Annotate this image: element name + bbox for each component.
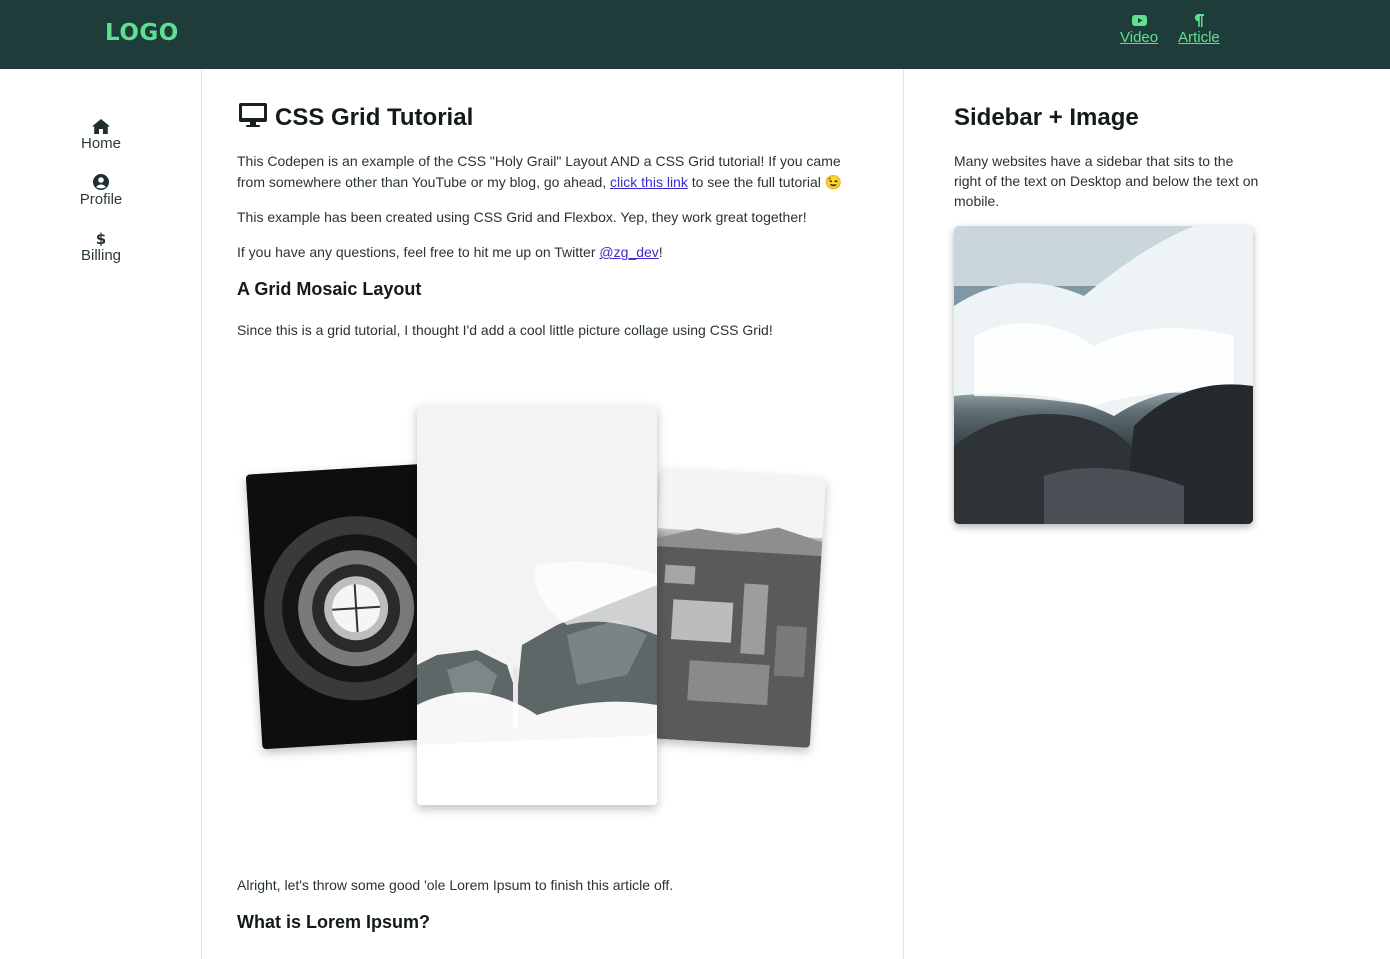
home-icon bbox=[92, 118, 110, 134]
user-circle-icon bbox=[93, 174, 109, 190]
intro-text-end: to see the full tutorial 😉 bbox=[687, 174, 843, 190]
mosaic-paragraph: Since this is a grid tutorial, I thought… bbox=[237, 322, 773, 338]
flexbox-paragraph: This example has been created using CSS … bbox=[237, 209, 807, 225]
page-title-row: CSS Grid Tutorial bbox=[239, 103, 473, 132]
spiral-staircase-photo bbox=[245, 463, 443, 750]
lorem-heading: What is Lorem Ipsum? bbox=[237, 912, 431, 932]
sidebar-title: Sidebar + Image bbox=[954, 104, 1139, 131]
sidebar-item-home[interactable]: Home bbox=[0, 118, 202, 152]
logo[interactable]: LOGO bbox=[105, 20, 179, 46]
sidebar-text: Many websites have a sidebar that sits t… bbox=[954, 153, 1259, 209]
ocean-wave-rocks-photo bbox=[954, 226, 1253, 524]
waterfall-fog-photo bbox=[417, 405, 657, 805]
paragraph-icon bbox=[1193, 13, 1205, 27]
sidebar-item-label: Profile bbox=[79, 191, 123, 208]
nav-article-label: Article bbox=[1178, 29, 1220, 46]
left-sidebar: Home Profile $ Billing bbox=[0, 69, 202, 959]
city-aerial-photo bbox=[644, 468, 827, 748]
sidebar-item-label: Billing bbox=[80, 247, 122, 264]
mosaic-heading: A Grid Mosaic Layout bbox=[237, 279, 422, 299]
dollar-icon: $ bbox=[96, 230, 106, 246]
sidebar-item-label: Home bbox=[80, 135, 121, 152]
intro-paragraph: This Codepen is an example of the CSS "H… bbox=[237, 151, 857, 193]
twitter-text-end: ! bbox=[658, 244, 663, 260]
nav-video-link[interactable]: Video bbox=[1120, 13, 1158, 46]
nav-video-label: Video bbox=[1120, 29, 1159, 46]
sidebar-item-profile[interactable]: Profile bbox=[0, 174, 202, 208]
lorem-intro-paragraph: Alright, let's throw some good 'ole Lore… bbox=[237, 877, 674, 893]
twitter-link[interactable]: @zg_dev bbox=[599, 244, 658, 260]
nav-article-link[interactable]: Article bbox=[1178, 13, 1220, 46]
tutorial-link[interactable]: click this link bbox=[610, 174, 688, 190]
top-nav: Video Article bbox=[1120, 13, 1220, 46]
page-title: CSS Grid Tutorial bbox=[275, 103, 474, 131]
right-sidebar: Sidebar + Image Many websites have a sid… bbox=[903, 69, 1390, 959]
main-content: CSS Grid Tutorial This Codepen is an exa… bbox=[202, 69, 903, 959]
svg-text:$: $ bbox=[96, 230, 106, 246]
youtube-icon bbox=[1131, 13, 1147, 27]
picture-mosaic bbox=[202, 69, 903, 959]
twitter-paragraph: If you have any questions, feel free to … bbox=[237, 242, 857, 263]
desktop-icon bbox=[239, 103, 267, 132]
top-header: LOGO Video Article bbox=[0, 0, 1390, 69]
sidebar-item-billing[interactable]: $ Billing bbox=[0, 230, 202, 264]
twitter-text: If you have any questions, feel free to … bbox=[237, 244, 600, 260]
